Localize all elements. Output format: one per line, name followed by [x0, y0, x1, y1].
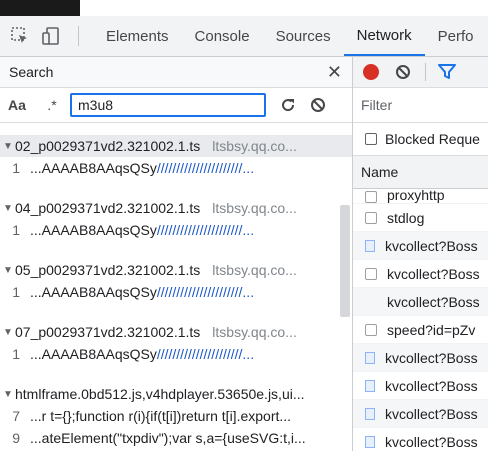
tab-elements[interactable]: Elements — [93, 16, 182, 56]
request-row[interactable]: kvcollect?Boss — [353, 400, 488, 428]
request-row[interactable]: stdlog — [353, 204, 488, 232]
tab-sources[interactable]: Sources — [263, 16, 344, 56]
blocked-requests-checkbox[interactable]: Blocked Reque — [353, 123, 488, 156]
result-line[interactable]: 7 ...r t={};function r(i){if(t[i])return … — [0, 405, 352, 427]
request-row[interactable]: speed?id=pZv — [353, 316, 488, 344]
search-panel: Search ✕ Aa .* ▼02_p0029371vd2.321002.1.… — [0, 57, 353, 451]
document-icon — [365, 407, 375, 420]
search-bar: Aa .* — [0, 88, 352, 123]
result-file-header[interactable]: ▼ 02_p0029371vd2.321002.1.ts ltsbsy.qq.co.… — [0, 135, 352, 157]
resource-icon — [365, 267, 377, 280]
request-row[interactable]: kvcollect?Boss — [353, 260, 488, 288]
result-group: ▼ 07_p0029371vd2.321002.1.ts ltsbsy.qq.co.… — [0, 321, 352, 365]
search-results: ▼ 02_p0029371vd2.321002.1.ts ltsbsy.qq.co.… — [0, 123, 352, 449]
request-row[interactable]: kvcollect?Boss — [353, 344, 488, 372]
result-line[interactable]: 9 ...ateElement("txpdiv");var s,a={useSVG… — [0, 427, 352, 449]
result-file-header[interactable]: ▼ 05_p0029371vd2.321002.1.ts ltsbsy.qq.co.… — [0, 259, 352, 281]
close-icon[interactable]: ✕ — [327, 62, 342, 83]
result-file-header[interactable]: ▼ 07_p0029371vd2.321002.1.ts ltsbsy.qq.co.… — [0, 321, 352, 343]
document-icon — [365, 351, 375, 364]
document-icon — [365, 239, 375, 252]
regex-toggle[interactable]: .* — [34, 97, 70, 113]
search-panel-header: Search ✕ — [0, 57, 352, 88]
request-list: proxyhttp stdlog kvcollect?Boss kvcollec… — [353, 189, 488, 451]
results-scrollbar[interactable] — [340, 205, 350, 317]
search-input[interactable] — [70, 93, 266, 117]
collapse-triangle-icon[interactable]: ▼ — [3, 141, 15, 152]
top-dark-block — [0, 0, 80, 16]
request-row[interactable]: kvcollect?Boss — [353, 428, 488, 451]
search-panel-title: Search — [9, 64, 54, 80]
toolbar-divider — [78, 26, 79, 46]
top-strip — [0, 0, 488, 16]
collapse-triangle-icon[interactable]: ▼ — [3, 203, 15, 214]
clear-log-icon[interactable] — [395, 64, 411, 80]
document-icon — [365, 435, 375, 448]
resource-icon — [365, 323, 377, 336]
result-line[interactable]: 1 ...AAAAB8AAqsQSy//////////////////////.… — [0, 343, 352, 365]
resource-icon — [365, 191, 377, 203]
checkbox-icon[interactable] — [365, 133, 377, 145]
result-group: ▼ 05_p0029371vd2.321002.1.ts ltsbsy.qq.co.… — [0, 259, 352, 303]
request-row[interactable]: kvcollect?Boss — [353, 372, 488, 400]
result-line[interactable]: 1 ...AAAAB8AAqsQSy//////////////////////.… — [0, 219, 352, 241]
network-filter-field[interactable]: Filter — [353, 88, 488, 123]
network-toolbar-divider — [425, 63, 426, 81]
result-group: ▼ 04_p0029371vd2.321002.1.ts ltsbsy.qq.co.… — [0, 197, 352, 241]
inspect-element-icon[interactable] — [8, 24, 32, 48]
request-row[interactable]: kvcollect?Boss — [353, 288, 488, 316]
tab-performance[interactable]: Perfo — [425, 16, 487, 56]
collapse-triangle-icon[interactable]: ▼ — [3, 265, 15, 276]
result-group: ▼ 02_p0029371vd2.321002.1.ts ltsbsy.qq.co.… — [0, 135, 352, 179]
result-line[interactable]: 1 ...AAAAB8AAqsQSy//////////////////////.… — [0, 157, 352, 179]
document-icon — [365, 379, 375, 392]
result-group: ▼ htmlframe.0bd512.js,v4hdplayer.53650e.j… — [0, 383, 352, 449]
result-file-header[interactable]: ▼ 04_p0029371vd2.321002.1.ts ltsbsy.qq.co.… — [0, 197, 352, 219]
refresh-icon[interactable] — [280, 97, 296, 113]
tab-network[interactable]: Network — [343, 16, 425, 56]
request-row[interactable]: kvcollect?Boss — [353, 232, 488, 260]
result-line[interactable]: 1 ...AAAAB8AAqsQSy//////////////////////.… — [0, 281, 352, 303]
collapse-triangle-icon[interactable]: ▼ — [3, 327, 15, 338]
name-column-header[interactable]: Name — [353, 156, 488, 189]
tab-console[interactable]: Console — [182, 16, 263, 56]
clear-icon[interactable] — [310, 97, 326, 113]
network-panel: Filter Blocked Reque Name proxyhttp stdl… — [353, 57, 488, 451]
resource-icon — [365, 211, 377, 224]
filter-icon[interactable] — [438, 64, 456, 80]
record-icon[interactable] — [363, 64, 379, 80]
match-case-toggle[interactable]: Aa — [8, 97, 34, 113]
device-toggle-icon[interactable] — [40, 24, 64, 48]
devtools-toolbar: Elements Console Sources Network Perfo — [0, 16, 488, 57]
collapse-triangle-icon[interactable]: ▼ — [3, 389, 15, 400]
request-row[interactable]: proxyhttp — [353, 189, 488, 204]
network-toolbar — [353, 57, 488, 88]
result-file-header[interactable]: ▼ htmlframe.0bd512.js,v4hdplayer.53650e.j… — [0, 383, 352, 405]
